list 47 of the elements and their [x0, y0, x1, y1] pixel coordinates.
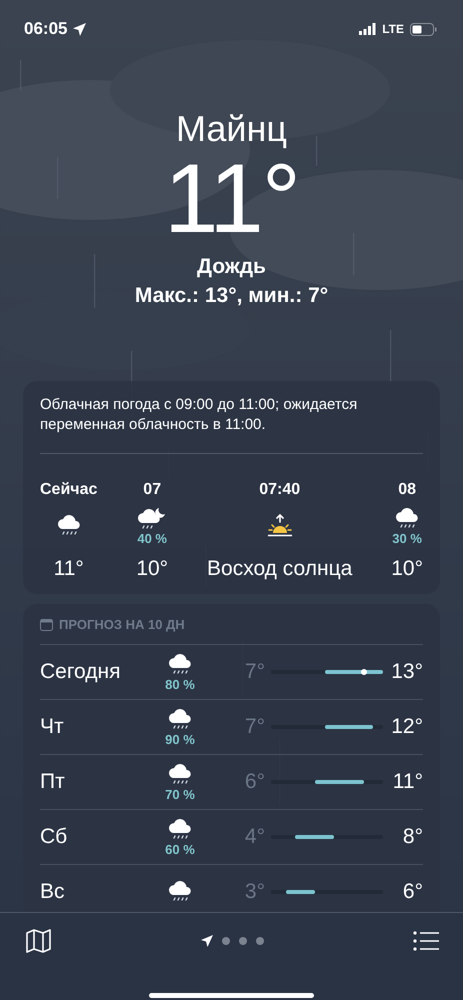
current-temperature: 11°	[164, 148, 299, 248]
low-temperature: 6°	[244, 770, 266, 794]
precipitation-chance: 60 %	[165, 843, 195, 857]
page-dot[interactable]	[239, 937, 247, 945]
day-name: Вс	[40, 880, 66, 904]
high-temperature: 11°	[392, 770, 423, 794]
low-temperature: 7°	[244, 715, 266, 739]
hour-label: 07	[143, 480, 162, 500]
high-temperature: 13°	[390, 660, 423, 684]
signal-icon	[359, 23, 376, 35]
precipitation-chance: 30 %	[392, 532, 422, 546]
day-name: Пт	[40, 770, 66, 794]
city-name: Майнц	[176, 108, 288, 150]
low-temperature: 3°	[244, 880, 266, 904]
list-button[interactable]	[413, 931, 439, 951]
hour-temperature: 10°	[391, 556, 423, 582]
high-temperature: 8°	[402, 825, 423, 849]
forecast-summary: Облачная погода с 09:00 до 11:00; ожидается переменная облачность в 11:00.	[40, 395, 423, 454]
hour-temperature: 10°	[136, 556, 168, 582]
high-temperature: 6°	[402, 880, 423, 904]
weather-condition: Дождь	[197, 254, 266, 280]
page-dot[interactable]	[222, 937, 230, 945]
calendar-icon	[40, 618, 53, 630]
location-arrow-icon[interactable]	[201, 935, 213, 947]
hour-temperature: 11°	[54, 556, 84, 582]
day-name: Чт	[40, 715, 65, 739]
network-type: LTE	[382, 22, 404, 36]
sunrise-label: Восход солнца	[207, 556, 352, 582]
low-temperature: 7°	[244, 660, 266, 684]
precipitation-chance: 80 %	[165, 678, 195, 692]
day-name: Сб	[40, 825, 68, 849]
precipitation-chance: 90 %	[165, 733, 195, 747]
battery-icon	[410, 22, 437, 36]
day-name: Сегодня	[40, 660, 122, 684]
precipitation-chance: 40 %	[137, 532, 167, 546]
page-dot[interactable]	[256, 937, 264, 945]
hour-label: 08	[398, 480, 416, 500]
forecast-title: ПРОГНОЗ НА 10 ДН	[59, 616, 185, 632]
low-temperature: 4°	[244, 825, 266, 849]
hour-label: Сейчас	[40, 480, 98, 500]
high-low-temperature: Макс.: 13°, мин.: 7°	[134, 283, 328, 309]
status-time: 06:05	[24, 19, 68, 39]
location-arrow-icon	[73, 22, 86, 36]
high-temperature: 12°	[390, 715, 423, 739]
hour-label: 07:40	[259, 480, 300, 500]
precipitation-chance: 70 %	[165, 788, 195, 802]
map-button[interactable]	[26, 929, 52, 953]
